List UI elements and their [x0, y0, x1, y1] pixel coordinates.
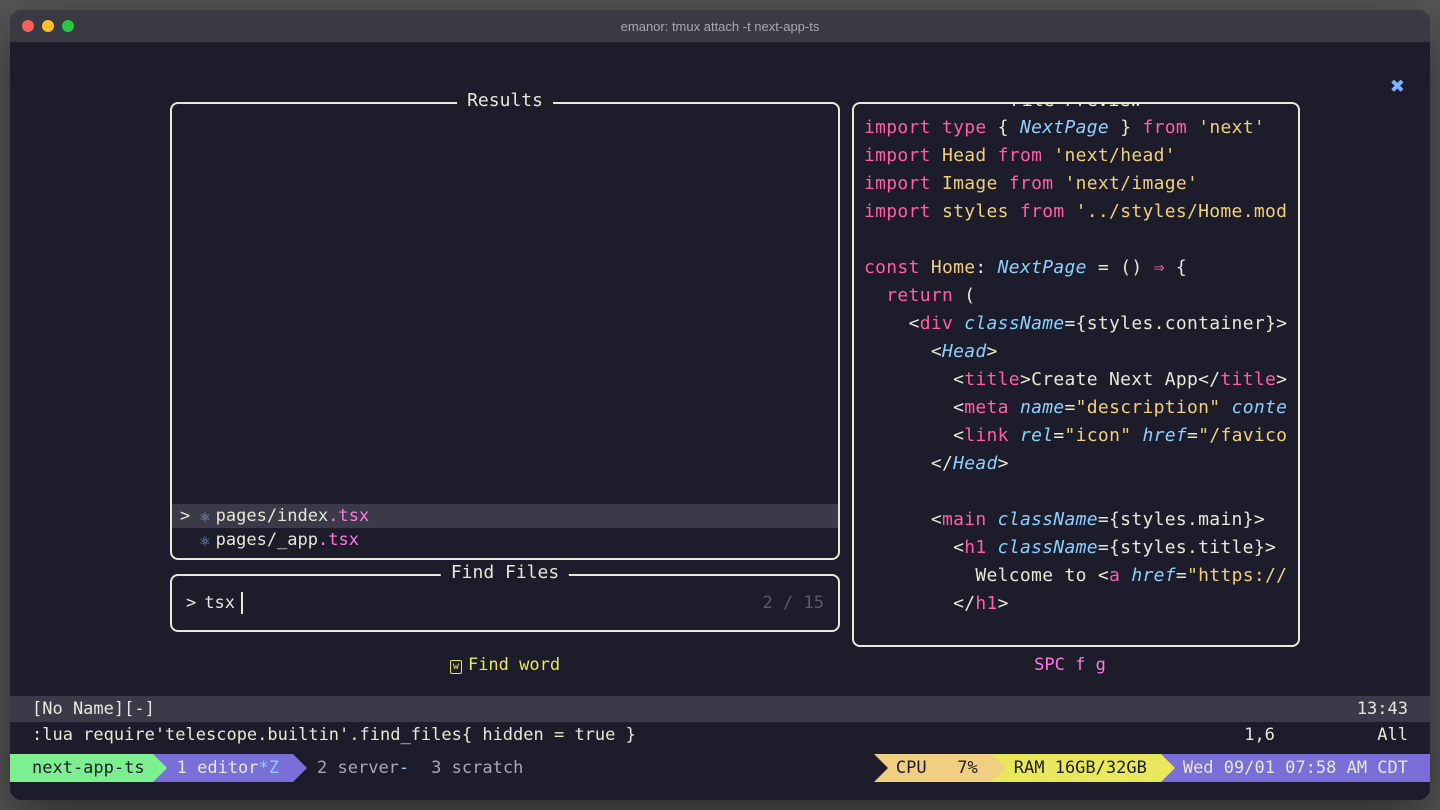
datetime-widget: Wed 09/01 07:58 AM CDT [1161, 754, 1430, 782]
tmux-window-active[interactable]: 1 editor*Z [153, 754, 293, 782]
react-icon: ⚛ [200, 507, 210, 526]
search-input[interactable]: tsx [204, 593, 235, 613]
cpu-value: 7% [957, 758, 977, 778]
tmux-window[interactable]: 2 server- [293, 754, 423, 782]
prompt-panel[interactable]: Find Files > tsx 2 / 15 [170, 574, 840, 632]
count-total: 15 [804, 593, 824, 613]
terminal-body: ✖ Results > ⚛ pages/index.tsx ⚛ pages/_a… [10, 42, 1430, 800]
tmux-session[interactable]: next-app-ts [10, 754, 153, 782]
code-preview: import type { NextPage } from 'next' imp… [864, 114, 1298, 618]
count-current: 2 [763, 593, 773, 613]
datetime: Wed 09/01 07:58 AM CDT [1183, 758, 1408, 778]
window-flag: *Z [259, 758, 279, 778]
tmux-statusbar: next-app-ts 1 editor*Z 2 server- 3 scrat… [10, 754, 1430, 782]
terminal-window: emanor: tmux attach -t next-app-ts ✖ Res… [10, 10, 1430, 800]
close-icon[interactable] [22, 20, 34, 32]
scroll-position: All [1377, 725, 1408, 745]
find-word-hint: w Find word [170, 655, 840, 681]
cpu-widget: CPU 7% [874, 754, 992, 782]
window-name: scratch [452, 758, 524, 778]
preview-title: File Preview [1001, 102, 1151, 111]
result-item[interactable]: > ⚛ pages/index.tsx [172, 504, 838, 528]
traffic-lights [22, 20, 74, 32]
window-flag: - [399, 758, 409, 778]
cursor-position: 1,6 [1244, 725, 1275, 745]
file-ext: .tsx [318, 530, 359, 550]
prompt-title: Find Files [441, 562, 569, 583]
cursor-icon [241, 592, 243, 614]
tmux-window[interactable]: 3 scratch [423, 754, 537, 782]
file-ext: .tsx [328, 506, 369, 526]
window-index: 3 [431, 758, 441, 778]
file-path: pages/_app [216, 530, 318, 550]
word-icon: w [450, 660, 462, 674]
ram-label: RAM 16GB/32GB [1014, 758, 1147, 778]
window-name: editor [197, 758, 258, 778]
maximize-icon[interactable] [62, 20, 74, 32]
ram-widget: RAM 16GB/32GB [992, 754, 1161, 782]
minimize-icon[interactable] [42, 20, 54, 32]
find-word-label: Find word [468, 655, 560, 675]
preview-panel: File Preview import type { NextPage } fr… [852, 102, 1300, 647]
file-path: pages/index [216, 506, 329, 526]
window-index: 1 [177, 758, 187, 778]
results-title: Results [457, 90, 553, 111]
telescope-picker: Results > ⚛ pages/index.tsx ⚛ pages/_app… [170, 102, 1300, 647]
buffer-name: [No Name][-] [32, 699, 155, 719]
chevron-icon: > [180, 506, 194, 526]
keybind-hint: SPC f g [840, 655, 1300, 681]
window-name: server [338, 758, 399, 778]
titlebar: emanor: tmux attach -t next-app-ts [10, 10, 1430, 42]
clock: 13:43 [1357, 699, 1408, 719]
last-command: :lua require'telescope.builtin'.find_fil… [32, 725, 636, 745]
close-icon[interactable]: ✖ [1391, 72, 1405, 100]
results-panel: Results > ⚛ pages/index.tsx ⚛ pages/_app… [170, 102, 840, 560]
react-icon: ⚛ [200, 531, 210, 550]
nvim-commandline: :lua require'telescope.builtin'.find_fil… [10, 722, 1430, 748]
window-title: emanor: tmux attach -t next-app-ts [621, 19, 820, 34]
which-key-help: w Find word SPC f g [170, 655, 1300, 681]
nvim-statusline-top: [No Name][-] 13:43 [10, 696, 1430, 722]
result-item[interactable]: ⚛ pages/_app.tsx [172, 528, 838, 552]
chevron-icon [180, 530, 194, 550]
window-index: 2 [317, 758, 327, 778]
cpu-label: CPU [896, 758, 927, 778]
session-name: next-app-ts [32, 758, 145, 778]
prompt-chevron-icon: > [186, 593, 196, 613]
result-count: 2 / 15 [763, 593, 824, 613]
